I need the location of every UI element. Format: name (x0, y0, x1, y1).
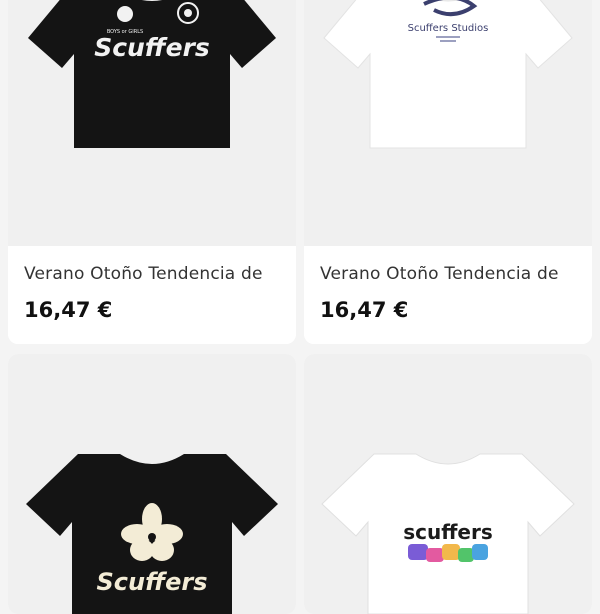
tshirt-black-icon: Scuffers BOYS or GIRLS (28, 0, 276, 148)
product-image-2[interactable]: Scuffers Studios (304, 0, 592, 246)
print-brand-2: Scuffers Studios (408, 23, 489, 34)
product-price-1: 16,47 € (24, 298, 113, 322)
product-image-4[interactable]: scuffers (304, 354, 592, 614)
product-card-4[interactable]: scuffers (304, 354, 592, 614)
graffiti-text-icon (408, 544, 488, 562)
product-image-3[interactable]: Scuffers (8, 354, 296, 614)
tshirt-white-icon: scuffers (321, 453, 575, 614)
product-price-2: 16,47 € (320, 298, 409, 322)
tshirt-black-icon: Scuffers (26, 454, 278, 614)
product-image-1[interactable]: Scuffers BOYS or GIRLS (8, 0, 296, 246)
product-card-1[interactable]: Scuffers BOYS or GIRLS Verano Otoño Tend… (8, 0, 296, 344)
tshirt-white-icon: Scuffers Studios (323, 0, 573, 149)
product-title-2: Verano Otoño Tendencia de (320, 264, 559, 284)
print-brand-3: Scuffers (97, 568, 208, 596)
print-tag-1: BOYS or GIRLS (107, 29, 143, 35)
product-card-2[interactable]: Scuffers Studios Verano Otoño Tendencia … (304, 0, 592, 344)
product-card-3[interactable]: Scuffers (8, 354, 296, 614)
product-title-1: Verano Otoño Tendencia de (24, 264, 263, 284)
print-brand-1: Scuffers (94, 33, 210, 62)
print-brand-4: scuffers (403, 520, 493, 544)
